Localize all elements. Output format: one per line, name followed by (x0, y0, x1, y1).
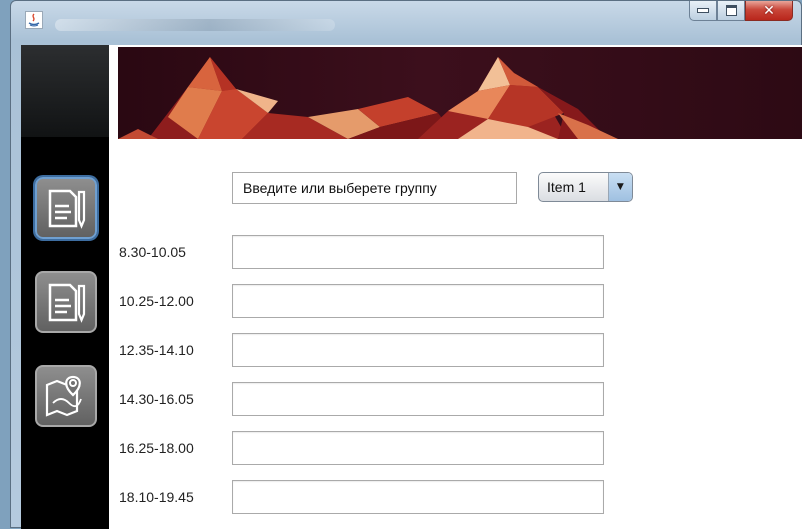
chevron-down-icon: ▼ (616, 182, 624, 192)
time-slot-label-1: 8.30-10.05 (119, 244, 186, 260)
java-app-icon (25, 11, 43, 29)
sidebar-header (21, 45, 109, 137)
group-search-input[interactable] (232, 172, 517, 204)
document-edit-icon (48, 283, 86, 323)
mountains-banner-image (118, 57, 618, 139)
maximize-button[interactable] (717, 1, 745, 21)
sidebar-item-document-edit[interactable] (35, 271, 97, 333)
time-slot-field-4[interactable] (232, 382, 604, 416)
combo-dropdown-button[interactable]: ▼ (607, 173, 632, 201)
maximize-icon (725, 5, 737, 16)
header-banner (118, 47, 802, 139)
time-slot-field-5[interactable] (232, 431, 604, 465)
minimize-button[interactable] (689, 1, 717, 21)
combo-selected-value: Item 1 (547, 179, 586, 195)
sidebar-divider (109, 45, 118, 529)
title-bar[interactable]: ✕ (11, 1, 801, 45)
sidebar-item-schedule-edit[interactable] (35, 177, 97, 239)
close-icon: ✕ (763, 2, 775, 19)
time-slot-field-6[interactable] (232, 480, 604, 514)
minimize-icon (697, 8, 709, 13)
time-slot-label-3: 12.35-14.10 (119, 342, 194, 358)
time-slot-label-5: 16.25-18.00 (119, 440, 194, 456)
time-slot-field-2[interactable] (232, 284, 604, 318)
time-slot-field-1[interactable] (232, 235, 604, 269)
time-slot-label-6: 18.10-19.45 (119, 489, 194, 505)
document-edit-icon (48, 189, 86, 229)
close-button[interactable]: ✕ (745, 1, 793, 21)
time-slot-field-3[interactable] (232, 333, 604, 367)
sidebar-item-map[interactable] (35, 365, 97, 427)
client-area: Item 1 ▼ 8.30-10.05 10.25-12.00 12.35-14… (21, 45, 802, 529)
group-combo-box[interactable]: Item 1 ▼ (538, 172, 633, 202)
app-window: ✕ Введите или выберете группу Item 1 ▼ 8… (10, 0, 802, 529)
time-slot-label-4: 14.30-16.05 (119, 391, 194, 407)
sidebar (21, 45, 109, 529)
time-slot-label-2: 10.25-12.00 (119, 293, 194, 309)
window-title-obscured (55, 19, 335, 31)
map-pin-icon (45, 375, 82, 417)
main-content: Item 1 ▼ 8.30-10.05 10.25-12.00 12.35-14… (118, 139, 802, 529)
